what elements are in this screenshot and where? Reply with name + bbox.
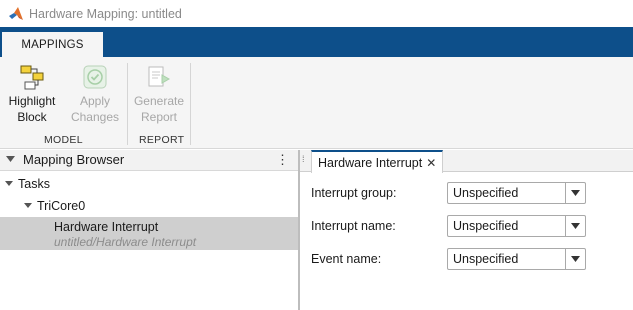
- generate-report-button[interactable]: Generate Report: [132, 64, 186, 125]
- dropdown-value: Unspecified: [453, 252, 519, 266]
- generate-label-line1: Generate: [133, 94, 185, 108]
- group-separator: [190, 63, 191, 145]
- tab-mappings[interactable]: MAPPINGS: [2, 30, 103, 57]
- more-options-icon[interactable]: ⋮: [276, 153, 289, 167]
- group-separator: [127, 63, 128, 145]
- tab-label: Hardware Interrupt: [318, 155, 423, 170]
- highlight-label-line2: Block: [17, 110, 47, 124]
- dropdown-value: Unspecified: [453, 219, 519, 233]
- interrupt-group-dropdown[interactable]: Unspecified: [447, 182, 586, 204]
- dropdown-value: Unspecified: [453, 186, 519, 200]
- matlab-logo-icon: [9, 6, 23, 20]
- highlight-label-line1: Highlight: [8, 94, 56, 108]
- dropdown-arrow-button[interactable]: [565, 249, 585, 269]
- ribbon-tab-strip: MAPPINGS: [0, 27, 633, 57]
- dropdown-arrow-button[interactable]: [565, 183, 585, 203]
- tree-item-path: untitled/Hardware Interrupt: [54, 235, 197, 249]
- expand-caret-icon[interactable]: [24, 203, 32, 209]
- dropdown-arrow-button[interactable]: [565, 216, 585, 236]
- interrupt-name-label: Interrupt name:: [311, 219, 396, 233]
- tree-item-label: Tasks: [18, 177, 50, 191]
- title-bar: Hardware Mapping: untitled: [0, 0, 633, 27]
- highlight-block-button[interactable]: Highlight Block: [6, 64, 58, 125]
- tab-grip-icon[interactable]: ⁞: [302, 154, 305, 164]
- report-icon: [148, 66, 171, 87]
- tab-hardware-interrupt[interactable]: Hardware Interrupt ✕: [311, 150, 444, 173]
- apply-check-icon: [83, 65, 107, 89]
- mapping-browser-header: Mapping Browser ⋮: [0, 150, 298, 171]
- chevron-down-icon: [571, 190, 580, 196]
- generate-label-line2: Report: [140, 110, 178, 124]
- apply-label-line2: Changes: [70, 110, 120, 124]
- toolstrip: Highlight Block Apply Changes MODEL Gene…: [0, 57, 633, 149]
- event-name-dropdown[interactable]: Unspecified: [447, 248, 586, 270]
- interrupt-group-label: Interrupt group:: [311, 186, 397, 200]
- chevron-down-icon: [571, 223, 580, 229]
- apply-changes-button[interactable]: Apply Changes: [69, 64, 121, 125]
- close-icon[interactable]: ✕: [426, 156, 436, 170]
- window-title: Hardware Mapping: untitled: [29, 6, 182, 21]
- mapping-browser-title: Mapping Browser: [23, 152, 125, 167]
- tree-item-label: Hardware Interrupt: [54, 220, 159, 234]
- interrupt-name-dropdown[interactable]: Unspecified: [447, 215, 586, 237]
- collapse-panel-icon[interactable]: [6, 156, 15, 163]
- chevron-down-icon: [571, 256, 580, 262]
- highlight-block-icon: [20, 65, 44, 90]
- tree-item-label: TriCore0: [37, 199, 86, 213]
- apply-label-line1: Apply: [79, 94, 111, 108]
- group-label-report: REPORT: [139, 134, 185, 146]
- event-name-label: Event name:: [311, 252, 382, 266]
- group-label-model: MODEL: [44, 134, 83, 146]
- expand-caret-icon[interactable]: [5, 181, 13, 187]
